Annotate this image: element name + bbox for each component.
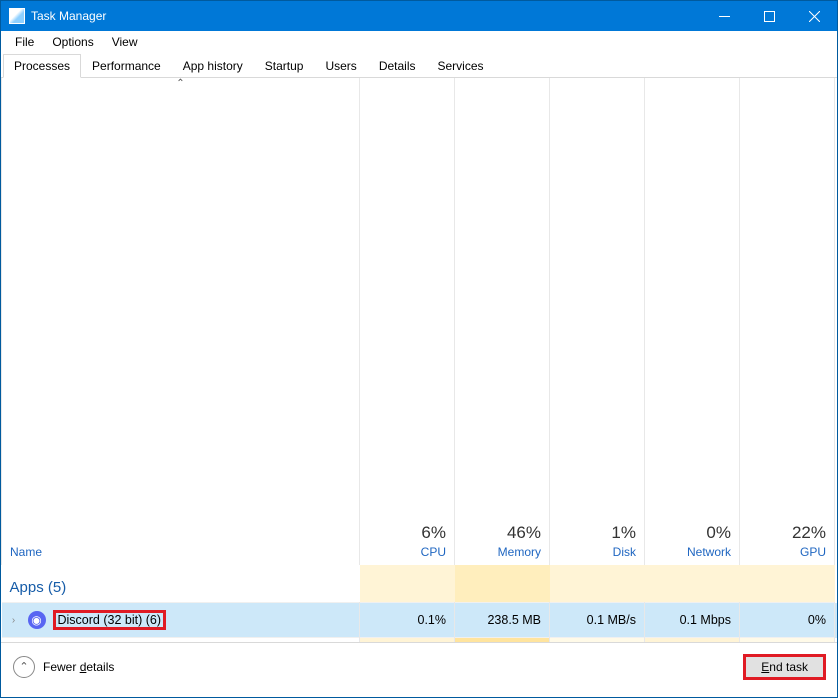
- close-button[interactable]: [792, 1, 837, 31]
- maximize-button[interactable]: [747, 1, 792, 31]
- tab-services[interactable]: Services: [427, 54, 495, 78]
- column-gp[interactable]: .GP: [835, 78, 838, 565]
- fewer-details-toggle[interactable]: ⌃ Fewer details: [13, 656, 114, 678]
- menu-view[interactable]: View: [104, 33, 146, 51]
- column-memory[interactable]: 46%Memory: [455, 78, 550, 565]
- titlebar[interactable]: Task Manager: [1, 1, 837, 31]
- column-cpu[interactable]: 6%CPU: [360, 78, 455, 565]
- section-apps: Apps (5): [2, 565, 838, 603]
- process-table: ⌃ Name 6%CPU 46%Memory 1%Disk 0%Network …: [1, 78, 837, 642]
- sort-caret-icon: ⌃: [176, 78, 184, 89]
- end-task-button[interactable]: End task: [744, 655, 825, 679]
- tab-processes[interactable]: Processes: [3, 54, 81, 78]
- bottom-bar: ⌃ Fewer details End task: [1, 642, 837, 690]
- menu-file[interactable]: File: [7, 33, 42, 51]
- minimize-button[interactable]: [702, 1, 747, 31]
- column-gpu[interactable]: 22%GPU: [740, 78, 835, 565]
- tab-startup[interactable]: Startup: [254, 54, 315, 78]
- chevron-right-icon[interactable]: ›: [8, 615, 20, 626]
- column-name[interactable]: ⌃ Name: [2, 78, 360, 565]
- discord-icon: ◉: [28, 611, 46, 629]
- window-title: Task Manager: [31, 9, 106, 23]
- menu-options[interactable]: Options: [44, 33, 101, 51]
- column-network[interactable]: 0%Network: [645, 78, 740, 565]
- tabs: Processes Performance App history Startu…: [1, 53, 837, 78]
- menubar: File Options View: [1, 31, 837, 53]
- app-icon: [9, 8, 25, 24]
- process-name: Discord (32 bit) (6): [54, 611, 166, 629]
- tab-users[interactable]: Users: [314, 54, 367, 78]
- table-row-word[interactable]: › W Microsoft Word 0.2% 215.2 MB 0 MB/s …: [2, 638, 838, 643]
- column-disk[interactable]: 1%Disk: [550, 78, 645, 565]
- tab-app-history[interactable]: App history: [172, 54, 254, 78]
- tab-details[interactable]: Details: [368, 54, 427, 78]
- chevron-up-circle-icon: ⌃: [13, 656, 35, 678]
- column-headers: ⌃ Name 6%CPU 46%Memory 1%Disk 0%Network …: [2, 78, 838, 565]
- tab-performance[interactable]: Performance: [81, 54, 172, 78]
- table-row-discord[interactable]: › ◉ Discord (32 bit) (6) 0.1% 238.5 MB 0…: [2, 603, 838, 638]
